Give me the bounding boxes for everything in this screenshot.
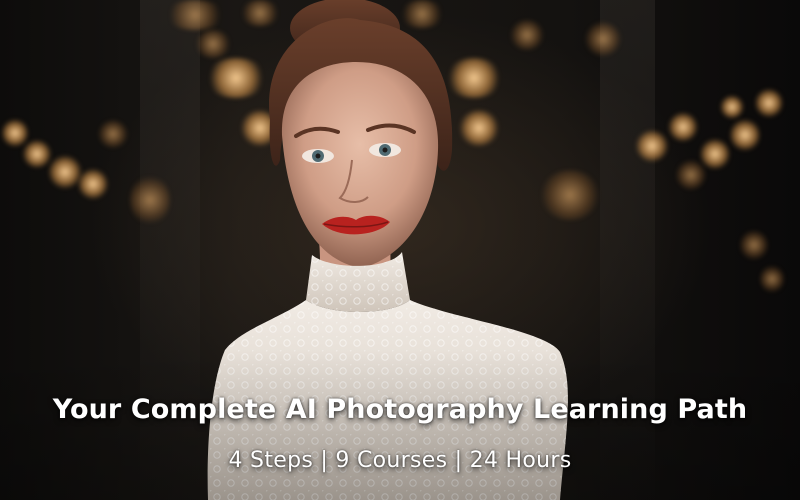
hero-banner: Your Complete AI Photography Learning Pa…: [0, 0, 800, 500]
caption-shade: [0, 350, 800, 500]
banner-title: Your Complete AI Photography Learning Pa…: [52, 394, 748, 425]
face: [281, 62, 439, 268]
banner-subtitle: 4 Steps | 9 Courses | 24 Hours: [228, 448, 572, 473]
